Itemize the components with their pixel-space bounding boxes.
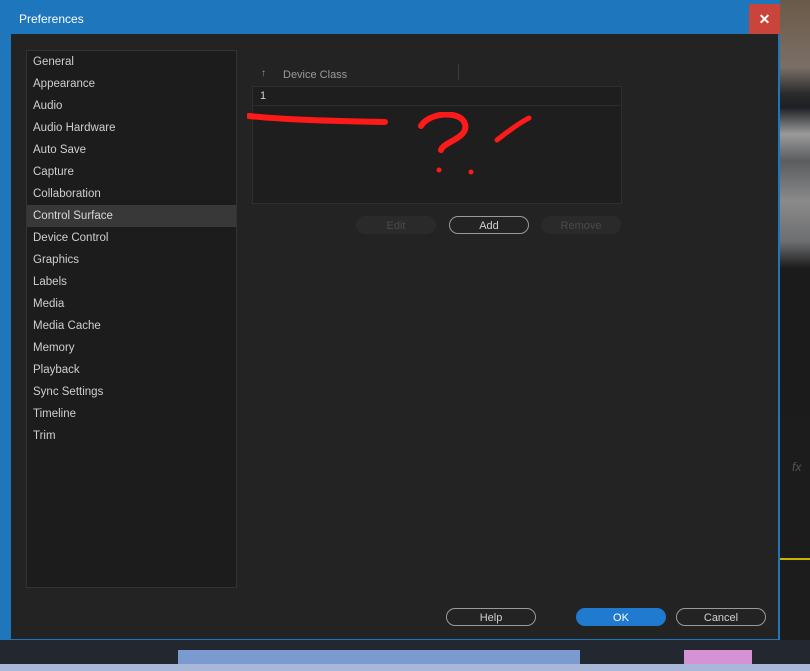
sidebar-item-collaboration[interactable]: Collaboration [27, 183, 236, 205]
sidebar-item-memory[interactable]: Memory [27, 337, 236, 359]
sort-ascending-icon[interactable]: ↑ [261, 68, 266, 79]
sidebar-item-appearance[interactable]: Appearance [27, 73, 236, 95]
title-bar[interactable]: Preferences ✕ [0, 0, 780, 34]
sidebar-item-labels[interactable]: Labels [27, 271, 236, 293]
device-table: 1 [252, 86, 622, 204]
remove-button[interactable]: Remove [541, 216, 621, 234]
sidebar-item-control-surface[interactable]: Control Surface [27, 205, 236, 227]
edit-button[interactable]: Edit [356, 216, 436, 234]
window-title: Preferences [19, 12, 84, 26]
column-device-class[interactable]: Device Class [283, 69, 347, 81]
timeline-track [0, 664, 810, 671]
preferences-panel: General Appearance Audio Audio Hardware Auto… [11, 34, 778, 639]
category-list: General Appearance Audio Audio Hardware Auto… [26, 50, 237, 588]
sidebar-item-device-control[interactable]: Device Control [27, 227, 236, 249]
table-column-header[interactable]: ↑ Device Class [255, 64, 621, 86]
preferences-dialog: Preferences ✕ General Appearance Audio Audi… [0, 0, 780, 640]
timeline-clip [178, 650, 580, 664]
sidebar-item-capture[interactable]: Capture [27, 161, 236, 183]
sidebar-item-auto-save[interactable]: Auto Save [27, 139, 236, 161]
sidebar-item-graphics[interactable]: Graphics [27, 249, 236, 271]
timeline-clip [684, 650, 752, 664]
sidebar-item-trim[interactable]: Trim [27, 425, 236, 447]
ok-button[interactable]: OK [576, 608, 666, 626]
sidebar-item-sync-settings[interactable]: Sync Settings [27, 381, 236, 403]
column-divider[interactable] [458, 64, 459, 80]
sidebar-item-audio-hardware[interactable]: Audio Hardware [27, 117, 236, 139]
help-button[interactable]: Help [446, 608, 536, 626]
close-icon: ✕ [758, 11, 771, 27]
sidebar-item-timeline[interactable]: Timeline [27, 403, 236, 425]
sidebar-item-general[interactable]: General [27, 51, 236, 73]
sidebar-item-playback[interactable]: Playback [27, 359, 236, 381]
cancel-button[interactable]: Cancel [676, 608, 766, 626]
close-button[interactable]: ✕ [749, 4, 780, 34]
background-video-preview: fx [780, 0, 810, 671]
add-button[interactable]: Add [449, 216, 529, 234]
sidebar-item-audio[interactable]: Audio [27, 95, 236, 117]
fx-icon: fx [792, 460, 802, 474]
sidebar-item-media[interactable]: Media [27, 293, 236, 315]
sidebar-item-media-cache[interactable]: Media Cache [27, 315, 236, 337]
playhead-marker [780, 558, 810, 560]
table-row[interactable]: 1 [253, 87, 621, 106]
